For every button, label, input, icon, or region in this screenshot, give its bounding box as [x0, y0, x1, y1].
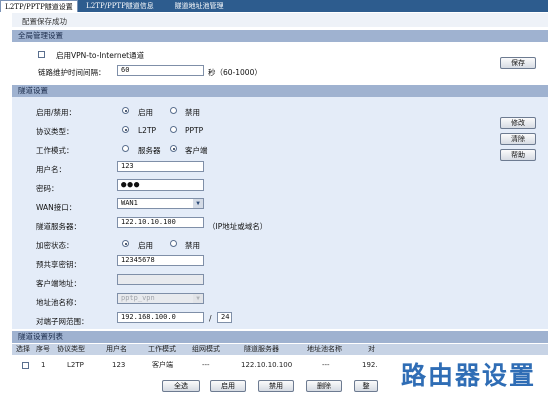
section-tunnel-title: 隧道设置 — [18, 86, 48, 95]
table-cell: 1 — [41, 361, 46, 369]
enable-on-label: 启用 — [138, 108, 153, 117]
password-input[interactable]: ●●● — [117, 179, 204, 191]
delete-button[interactable]: 删除 — [306, 380, 342, 392]
client-address-input — [117, 274, 204, 285]
enable-button[interactable]: 启用 — [210, 380, 246, 392]
wan-select[interactable]: WAN1 ▼ — [117, 198, 204, 209]
status-bar — [12, 13, 548, 27]
section-list-title: 隧道设置列表 — [18, 332, 63, 341]
mode-client-radio[interactable] — [170, 145, 177, 152]
wan-label: WAN接口： — [36, 203, 77, 212]
table-header-cell: 选择 — [16, 345, 30, 353]
protocol-l2tp-label: L2TP — [138, 126, 157, 135]
encrypt-off-radio[interactable] — [170, 240, 177, 247]
table-header-cell: 地址池名称 — [307, 345, 342, 353]
enable-off-label: 禁用 — [185, 108, 200, 117]
server-hint: （IP地址或域名） — [208, 222, 268, 231]
protocol-pptp-label: PPTP — [185, 126, 204, 135]
table-header-cell: 协议类型 — [57, 345, 85, 353]
section-tunnel-header: 隧道设置 — [12, 85, 548, 97]
psk-input[interactable]: 12345678 — [117, 255, 204, 266]
encrypt-off-label: 禁用 — [185, 241, 200, 250]
enable-on-radio[interactable] — [122, 107, 129, 114]
table-cell: 192. — [362, 361, 378, 369]
table-header-cell: 工作模式 — [148, 345, 176, 353]
keepalive-label: 链路维护时间间隔： — [38, 68, 106, 77]
client-address-label: 客户端地址： — [36, 279, 81, 288]
chevron-down-icon[interactable]: ▼ — [193, 199, 203, 208]
subnet-label: 对端子网范围： — [36, 317, 89, 326]
tab-l2tp-pptp-info[interactable]: L2TP/PPTP隧道信息 — [80, 0, 160, 12]
table-header-cell: 用户名 — [106, 345, 127, 353]
username-label: 用户名： — [36, 165, 66, 174]
pool-name-value: pptp_vpn — [121, 294, 155, 302]
save-button[interactable]: 保存 — [500, 57, 536, 69]
psk-label: 预共享密钥： — [36, 260, 81, 269]
encrypt-on-label: 启用 — [138, 241, 153, 250]
mode-label: 工作模式： — [36, 146, 74, 155]
table-cell: 122.10.10.100 — [241, 361, 293, 369]
row-select-checkbox[interactable] — [22, 362, 29, 369]
clear-button[interactable]: 清除 — [500, 133, 536, 145]
subnet-mask-input[interactable]: 24 — [217, 312, 232, 323]
wan-select-value: WAN1 — [121, 199, 138, 207]
section-global-header: 全局管理设置 — [12, 30, 548, 42]
table-header-cell: 组网模式 — [192, 345, 220, 353]
vpn-to-internet-label: 启用VPN-to-Internet通道 — [56, 51, 145, 60]
section-list-header: 隧道设置列表 — [12, 331, 548, 343]
enable-label: 启用/禁用： — [36, 108, 77, 117]
table-header-cell: 对 — [368, 345, 375, 353]
keepalive-unit: 秒（60-1000） — [208, 68, 262, 77]
password-label: 密码： — [36, 184, 59, 193]
table-cell: --- — [322, 361, 330, 369]
keepalive-input[interactable]: 60 — [117, 65, 204, 76]
mode-server-radio[interactable] — [122, 145, 129, 152]
protocol-pptp-radio[interactable] — [170, 126, 177, 133]
select-all-button[interactable]: 全选 — [162, 380, 200, 392]
section-global-title: 全局管理设置 — [18, 31, 63, 40]
protocol-label: 协议类型： — [36, 127, 74, 136]
table-header-cell: 隧道服务器 — [244, 345, 279, 353]
subnet-separator: / — [209, 314, 212, 323]
table-cell: 客户端 — [152, 361, 173, 369]
table-header-row: 选择 序号 协议类型 用户名 工作模式 组网模式 隧道服务器 地址池名称 对 — [12, 344, 548, 355]
table-cell: 123 — [112, 361, 126, 369]
help-button[interactable]: 帮助 — [500, 149, 536, 161]
enable-off-radio[interactable] — [170, 107, 177, 114]
server-label: 隧道服务器： — [36, 222, 81, 231]
watermark-text: 路由器设置 — [400, 361, 536, 390]
subnet-input[interactable]: 192.168.100.0 — [117, 312, 204, 323]
modify-button[interactable]: 修改 — [500, 117, 536, 129]
vpn-to-internet-checkbox[interactable] — [38, 51, 45, 58]
tab-address-pool[interactable]: 隧道地址池管理 — [164, 0, 234, 12]
section-tunnel-body — [12, 97, 548, 329]
table-cell: --- — [202, 361, 210, 369]
tab-bar: L2TP/PPTP隧道设置 L2TP/PPTP隧道信息 隧道地址池管理 — [0, 0, 548, 12]
pool-name-label: 地址池名称： — [36, 298, 81, 307]
pool-name-select: pptp_vpn ▼ — [117, 293, 204, 304]
disable-button[interactable]: 禁用 — [258, 380, 294, 392]
mode-client-label: 客户端 — [185, 146, 208, 155]
table-header-cell: 序号 — [36, 345, 50, 353]
server-input[interactable]: 122.10.10.100 — [117, 217, 204, 228]
status-message: 配置保存成功 — [22, 17, 67, 26]
protocol-l2tp-radio[interactable] — [122, 126, 129, 133]
more-button[interactable]: 整 — [354, 380, 378, 392]
username-input[interactable]: 123 — [117, 161, 204, 172]
encrypt-on-radio[interactable] — [122, 240, 129, 247]
chevron-down-icon: ▼ — [193, 294, 203, 303]
encrypt-label: 加密状态： — [36, 241, 74, 250]
tab-l2tp-pptp-settings[interactable]: L2TP/PPTP隧道设置 — [0, 0, 78, 12]
table-cell: L2TP — [67, 361, 84, 369]
mode-server-label: 服务器 — [138, 146, 161, 155]
